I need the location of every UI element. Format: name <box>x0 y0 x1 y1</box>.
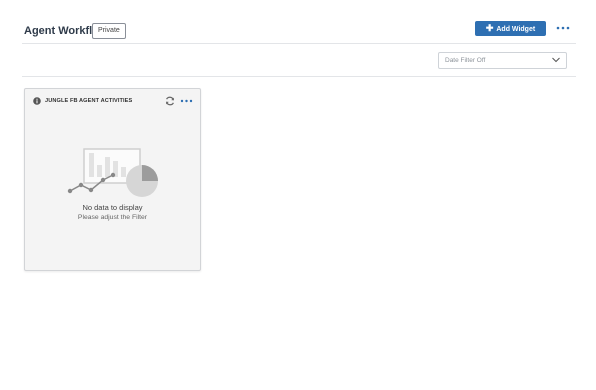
empty-state-title: No data to display <box>82 203 143 212</box>
dashboard-header: Agent Workflow Private ✚ Add Widget <box>0 0 596 44</box>
plus-icon: ✚ <box>485 23 494 33</box>
no-data-illustration <box>67 148 158 197</box>
add-widget-button[interactable]: ✚ Add Widget <box>475 21 546 36</box>
info-icon[interactable] <box>33 97 41 105</box>
widget-title: JUNGLE FB AGENT ACTIVITIES <box>45 98 133 104</box>
widget-more-options-icon[interactable] <box>180 97 193 105</box>
date-filter-dropdown[interactable]: Date Filter Off <box>438 52 567 69</box>
visibility-badge[interactable]: Private <box>92 23 126 39</box>
header-divider <box>22 43 576 44</box>
chevron-down-icon <box>552 57 560 63</box>
date-filter-value: Date Filter Off <box>445 57 486 64</box>
refresh-icon[interactable] <box>165 96 175 106</box>
add-widget-label: Add Widget <box>496 26 536 33</box>
empty-state-subtitle: Please adjust the Filter <box>77 214 148 221</box>
widget-card: JUNGLE FB AGENT ACTIVITIES No data to di… <box>24 88 201 271</box>
more-options-icon[interactable] <box>556 22 570 34</box>
filter-divider <box>22 76 576 77</box>
